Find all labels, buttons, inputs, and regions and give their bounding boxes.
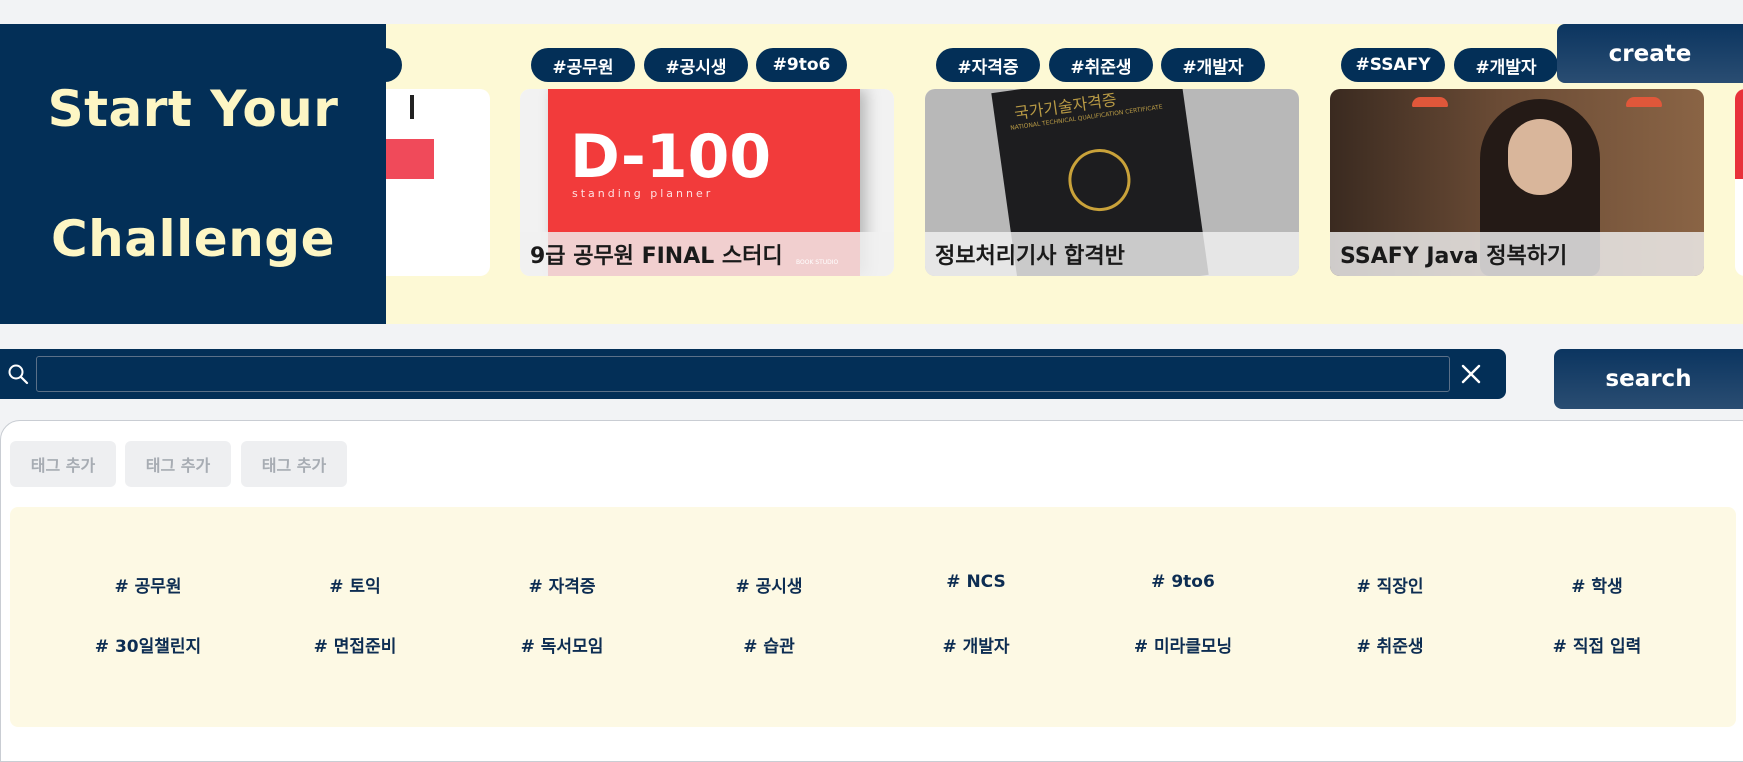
add-tag-button[interactable]: 태그 추가 <box>241 441 347 487</box>
card-tag[interactable]: #취준생 <box>1049 48 1153 82</box>
tag-option[interactable]: # 직장인 <box>1290 572 1490 597</box>
card-tag[interactable]: #개발자 <box>1161 48 1265 82</box>
search-button[interactable]: search <box>1554 349 1743 409</box>
hero-title-line: Start Your <box>47 80 339 138</box>
add-tag-button[interactable]: 태그 추가 <box>10 441 116 487</box>
tag-option[interactable]: # 미라클모닝 <box>1083 632 1283 657</box>
card-tag[interactable]: #자격증 <box>936 48 1040 82</box>
image-headline: D-100 <box>570 122 772 192</box>
carousel-card-partial-right[interactable] <box>1735 89 1743 276</box>
search-input[interactable] <box>36 356 1450 392</box>
tag-option[interactable]: # 면접준비 <box>255 632 455 657</box>
card-tag[interactable]: #공무원 <box>531 48 635 82</box>
tag-option[interactable]: # 공무원 <box>48 572 248 597</box>
challenge-card[interactable]: SSAFY Java 정복하기 <box>1330 89 1704 276</box>
tag-option[interactable]: # 토익 <box>255 572 455 597</box>
tag-option[interactable]: # 독서모임 <box>462 632 662 657</box>
emblem-icon <box>1064 145 1135 216</box>
tag-option[interactable]: # 자격증 <box>462 572 662 597</box>
card-tag[interactable]: #공시생 <box>644 48 748 82</box>
card-tag[interactable]: #SSAFY <box>1341 48 1445 82</box>
add-tag-button[interactable]: 태그 추가 <box>125 441 231 487</box>
challenge-carousel: #공무원 #공시생 #9to6 D-100 standing planner 9… <box>0 24 1743 324</box>
card-title: SSAFY Java 정복하기 <box>1330 232 1704 276</box>
hero-title-line: Challenge <box>50 210 336 268</box>
challenge-card[interactable]: D-100 standing planner 9급 공무원 FINAL 스터디 … <box>520 89 894 276</box>
tag-option[interactable]: # 직접 입력 <box>1497 632 1697 657</box>
card-image-fragment-line <box>410 95 414 119</box>
create-button[interactable]: create <box>1557 24 1743 83</box>
challenge-card[interactable]: 국가기술자격증 NATIONAL TECHNICAL QUALIFICATION… <box>925 89 1299 276</box>
search-bar <box>0 349 1506 399</box>
card-image-fragment <box>386 139 434 179</box>
card-tag[interactable]: #9to6 <box>756 48 847 82</box>
tag-option[interactable]: # NCS <box>876 572 1076 592</box>
hero-title: Start Your Challenge <box>0 24 386 324</box>
search-row: search <box>0 349 1743 409</box>
tag-option[interactable]: # 습관 <box>669 632 869 657</box>
clear-search-icon[interactable] <box>1460 363 1482 385</box>
card-tag[interactable]: #개발자 <box>1454 48 1558 82</box>
tag-option[interactable]: # 취준생 <box>1290 632 1490 657</box>
tag-option[interactable]: # 공시생 <box>669 572 869 597</box>
tag-option[interactable]: # 개발자 <box>876 632 1076 657</box>
tag-option[interactable]: # 학생 <box>1497 572 1697 597</box>
tag-option[interactable]: # 9to6 <box>1083 572 1283 592</box>
image-brand: BOOK STUDIO <box>796 259 839 266</box>
card-title: 9급 공무원 FINAL 스터디 <box>520 232 894 276</box>
tag-panel: 태그 추가 태그 추가 태그 추가 # 공무원 # 토익 # 자격증 # 공시생… <box>0 420 1743 762</box>
card-title: 정보처리기사 합격반 <box>925 232 1299 276</box>
tag-option[interactable]: # 30일챌린지 <box>48 632 248 657</box>
tag-suggestion-grid: # 공무원 # 토익 # 자격증 # 공시생 # NCS # 9to6 # 직장… <box>10 507 1736 727</box>
image-subtext: standing planner <box>572 187 714 200</box>
search-icon <box>7 363 29 385</box>
